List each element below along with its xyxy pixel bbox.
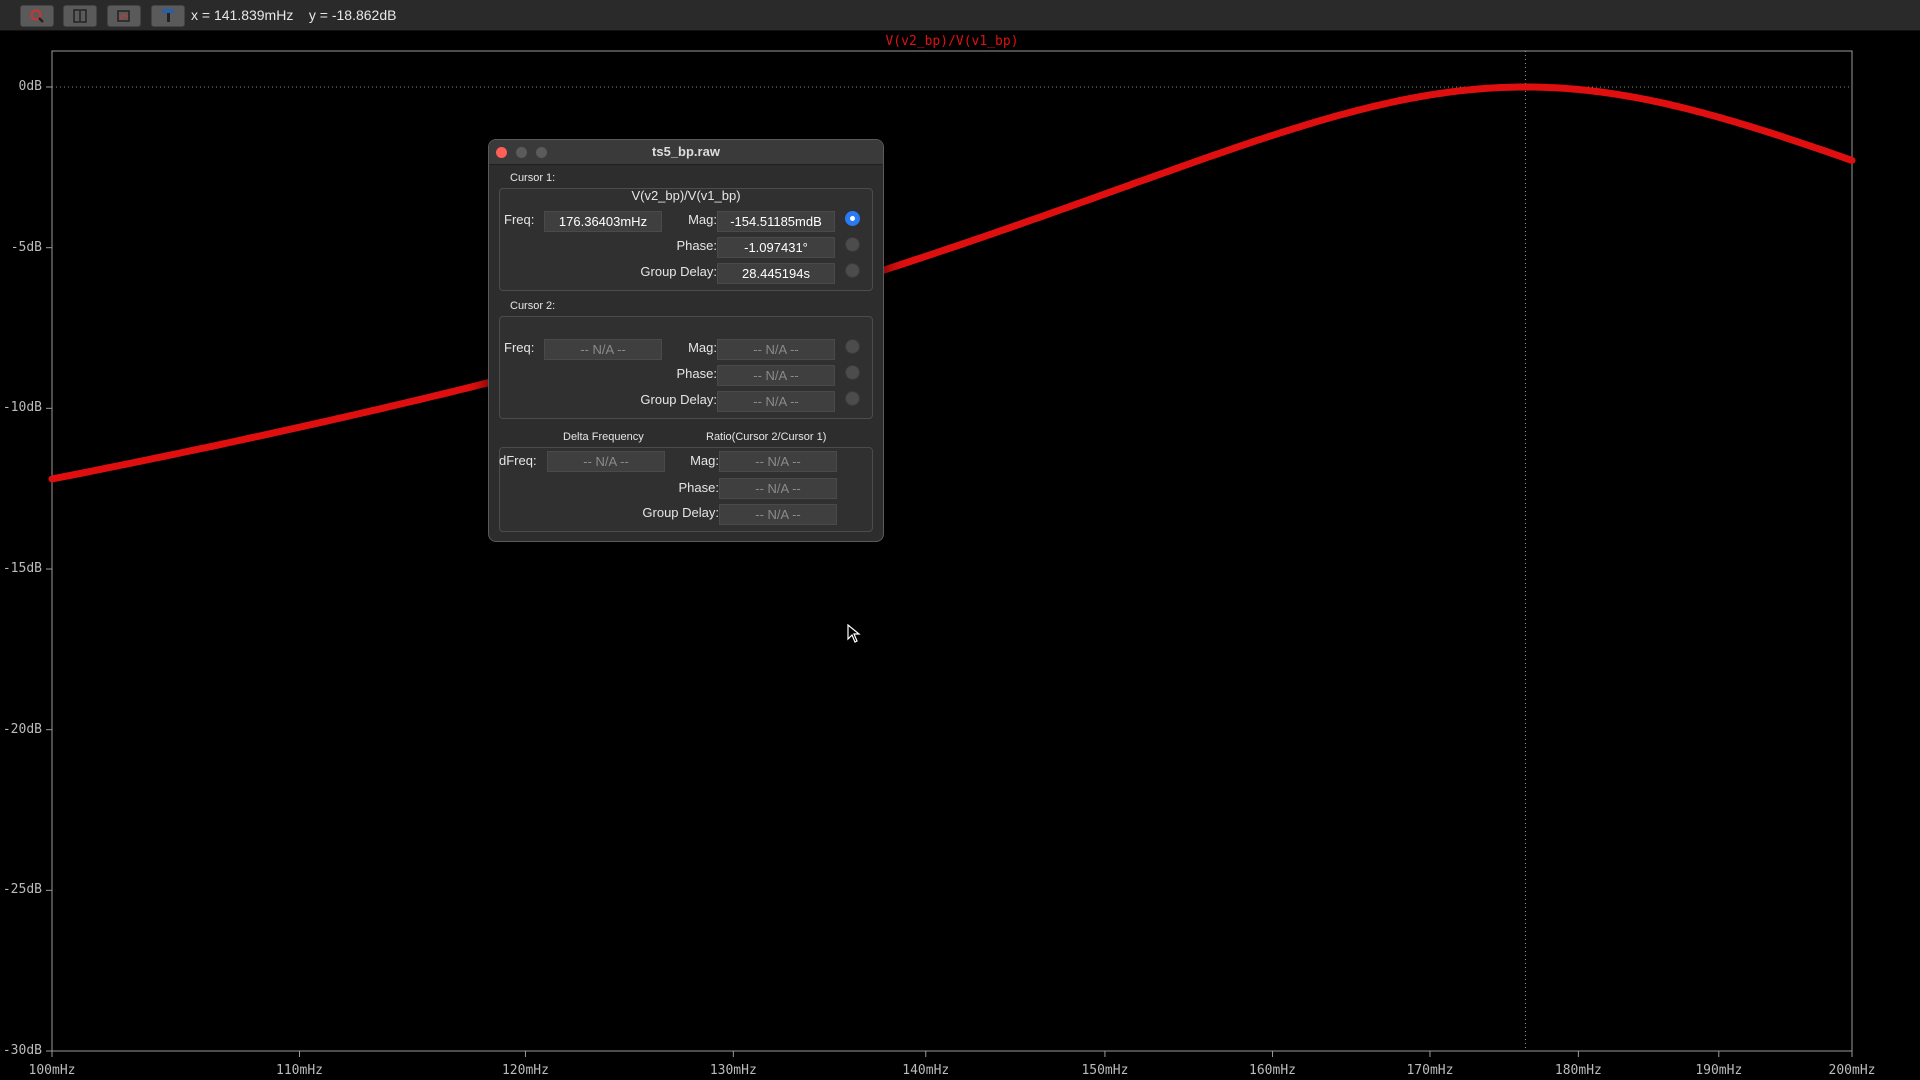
dialog-title: ts5_bp.raw [652,144,720,159]
delta-mag-label: Mag: [690,453,719,468]
cursor1-freq-field[interactable]: 176.36403mHz [544,211,662,232]
cursor2-freq-label: Freq: [504,340,535,355]
cursor2-phase-label: Phase: [676,366,717,381]
x-tick-label: 200mHz [1828,1063,1876,1078]
delta-frequency-label: Delta Frequency [563,431,644,443]
y-tick-label: -15dB [2,561,42,576]
ratio-label: Ratio(Cursor 2/Cursor 1) [706,431,827,443]
cursor1-phase-radio[interactable] [845,237,860,252]
cursor1-expression: V(v2_bp)/V(v1_bp) [631,188,741,203]
close-icon[interactable] [496,147,507,158]
y-tick-label: -10dB [2,400,42,416]
delta-phase-label: Phase: [678,480,719,495]
y-tick-label: -25dB [2,882,42,898]
x-tick-label: 190mHz [1695,1063,1743,1078]
x-tick-label: 180mHz [1554,1063,1602,1078]
trace-line[interactable] [48,83,1856,483]
cursor2-phase-field[interactable]: -- N/A -- [717,365,835,386]
cursor2-mag-radio[interactable] [845,339,860,354]
cursor1-mag-field[interactable]: -154.51185mdB [717,211,835,232]
delta-dfreq-label: dFreq: [499,453,537,468]
x-tick-label: 140mHz [902,1063,950,1078]
cursor2-mag-field[interactable]: -- N/A -- [717,339,835,360]
delta-phase-field[interactable]: -- N/A -- [719,478,837,499]
cursor2-gd-radio[interactable] [845,391,860,406]
delta-mag-field[interactable]: -- N/A -- [719,451,837,472]
trace-label[interactable]: V(v2_bp)/V(v1_bp) [879,34,1025,49]
x-tick-label: 130mHz [709,1063,757,1078]
cursor2-mag-label: Mag: [688,340,717,355]
delta-gd-label: Group Delay: [642,505,719,520]
plot-area[interactable] [0,0,1920,1080]
cursor1-mag-radio[interactable] [845,211,860,226]
cursor2-label: Cursor 2: [510,300,556,312]
delta-gd-field[interactable]: -- N/A -- [719,504,837,525]
delta-dfreq-field[interactable]: -- N/A -- [547,451,665,472]
cursor-dialog: ts5_bp.raw Cursor 1: V(v2_bp)/V(v1_bp) F… [488,139,884,542]
x-tick-label: 160mHz [1249,1063,1296,1078]
cursor2-freq-field[interactable]: -- N/A -- [544,339,662,360]
cursor1-gd-radio[interactable] [845,263,860,278]
cursor1-mag-label: Mag: [688,212,717,227]
cursor1-label: Cursor 1: [510,172,556,184]
cursor2-phase-radio[interactable] [845,365,860,380]
cursor2-gd-field[interactable]: -- N/A -- [717,391,835,412]
cursor1-freq-label: Freq: [504,212,535,227]
x-tick-label: 100mHz [28,1063,76,1078]
plot-frame [51,50,1853,1052]
x-tick-label: 120mHz [501,1063,549,1078]
cursor1-gd-field[interactable]: 28.445194s [717,263,835,284]
x-tick-label: 110mHz [276,1063,323,1078]
y-tick-label: -30dB [2,1043,42,1058]
x-tick-label: 170mHz [1406,1063,1454,1078]
cursor1-phase-field[interactable]: -1.097431° [717,237,835,258]
cursor1-phase-label: Phase: [676,238,717,253]
y-tick-label: 0dB [18,79,42,94]
x-tick-label: 150mHz [1081,1063,1129,1078]
y-tick-label: -5dB [10,239,42,255]
cursor2-gd-label: Group Delay: [640,392,717,407]
mouse-pointer-icon [847,624,861,643]
maximize-icon[interactable] [536,147,547,158]
cursor1-gd-label: Group Delay: [640,264,717,279]
minimize-icon[interactable] [516,147,527,158]
dialog-titlebar[interactable]: ts5_bp.raw [489,140,883,165]
y-tick-label: -20dB [2,721,42,737]
